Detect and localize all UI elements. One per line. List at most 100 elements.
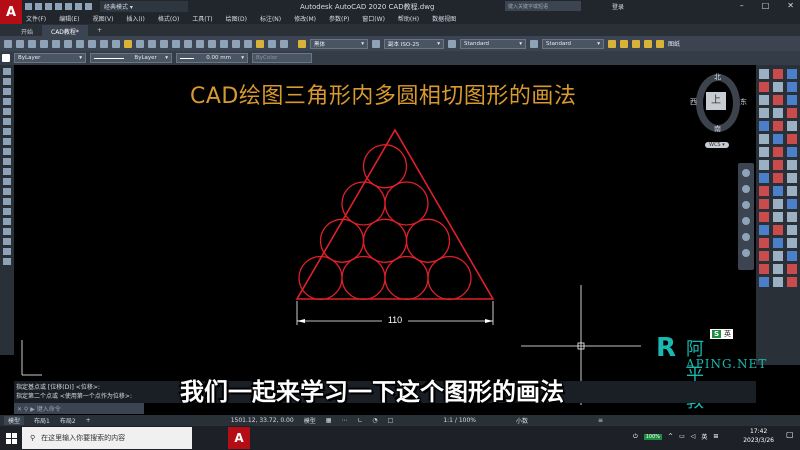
toolbar-tool-icon[interactable]	[759, 251, 769, 261]
inscribed-circle[interactable]	[384, 181, 429, 226]
toolbar-tool-icon[interactable]	[787, 147, 797, 157]
pan-icon[interactable]	[742, 185, 750, 193]
toolbar-tool-icon[interactable]	[773, 82, 783, 92]
grid-icon[interactable]: ▦	[326, 417, 332, 424]
toolbar-tool-icon[interactable]	[773, 108, 783, 118]
toolbar-tool-icon[interactable]	[787, 186, 797, 196]
toolbar-tool-icon[interactable]	[787, 212, 797, 222]
polar-icon[interactable]: ◔	[372, 417, 377, 424]
steering-wheel-icon[interactable]	[742, 169, 750, 177]
outer-triangle[interactable]	[295, 128, 495, 300]
windows-start-icon[interactable]	[0, 426, 22, 450]
viewcube-top-face[interactable]: 上	[706, 92, 726, 110]
toolbar-tool-icon[interactable]	[759, 95, 769, 105]
toolbar-tool-icon[interactable]	[773, 186, 783, 196]
viewcube-east[interactable]: 东	[740, 97, 747, 107]
tab-model[interactable]: 模型	[4, 416, 25, 425]
model-space-button[interactable]: 模型	[304, 416, 316, 425]
notification-icon[interactable]: ▢	[786, 430, 794, 439]
viewcube-north[interactable]: 北	[714, 72, 721, 82]
toolbar-tool-icon[interactable]	[787, 225, 797, 235]
toolbar-tool-icon[interactable]	[787, 82, 797, 92]
inscribed-circle[interactable]	[341, 181, 386, 226]
power-icon[interactable]: ⏻	[633, 433, 638, 441]
inscribed-circle[interactable]	[362, 218, 408, 263]
tray-expand-icon[interactable]: ^	[668, 433, 673, 440]
zoom-icon[interactable]	[742, 201, 750, 209]
navbar-menu-icon[interactable]	[742, 249, 750, 257]
toolbar-tool-icon[interactable]	[759, 69, 769, 79]
toolbar-tool-icon[interactable]	[773, 238, 783, 248]
battery-indicator[interactable]: 100%	[643, 433, 663, 440]
tab-layout2[interactable]: 布局2	[60, 416, 76, 425]
toolbar-tool-icon[interactable]	[759, 134, 769, 144]
add-layout-button[interactable]: +	[86, 417, 91, 424]
toolbar-tool-icon[interactable]	[773, 199, 783, 209]
toolbar-tool-icon[interactable]	[759, 82, 769, 92]
toolbar-tool-icon[interactable]	[787, 173, 797, 183]
toolbar-tool-icon[interactable]	[773, 121, 783, 131]
toolbar-tool-icon[interactable]	[773, 160, 783, 170]
toolbar-tool-icon[interactable]	[787, 121, 797, 131]
toolbar-tool-icon[interactable]	[759, 277, 769, 287]
ortho-icon[interactable]: ∟	[357, 417, 362, 424]
toolbar-tool-icon[interactable]	[773, 251, 783, 261]
toolbar-tool-icon[interactable]	[773, 212, 783, 222]
toolbar-tool-icon[interactable]	[773, 69, 783, 79]
toolbar-tool-icon[interactable]	[759, 264, 769, 274]
command-input[interactable]: ✕ ⚲ ▶ 键入命令	[14, 403, 144, 414]
viewcube-west[interactable]: 西	[690, 97, 697, 107]
toolbar-tool-icon[interactable]	[759, 225, 769, 235]
orbit-icon[interactable]	[742, 217, 750, 225]
tab-layout1[interactable]: 布局1	[34, 416, 50, 425]
toolbar-tool-icon[interactable]	[773, 277, 783, 287]
inscribed-circle[interactable]	[384, 255, 429, 301]
taskbar-autocad-icon[interactable]: A	[228, 427, 250, 449]
viewcube-south[interactable]: 南	[714, 124, 721, 134]
toolbar-tool-icon[interactable]	[759, 173, 769, 183]
inscribed-circle[interactable]	[341, 255, 386, 301]
command-close-icon[interactable]: ✕ ⚲ ▶	[17, 406, 37, 413]
wcs-menu[interactable]: WCS ▾	[705, 142, 729, 148]
inscribed-circle[interactable]	[362, 144, 408, 189]
toolbar-tool-icon[interactable]	[787, 160, 797, 170]
toolbar-tool-icon[interactable]	[759, 238, 769, 248]
taskbar-clock[interactable]: 17:42 2023/3/26	[743, 427, 774, 445]
autocad-app-icon[interactable]: A	[0, 0, 22, 24]
inscribed-circle[interactable]	[298, 255, 343, 301]
toolbar-tool-icon[interactable]	[773, 95, 783, 105]
toolbar-tool-icon[interactable]	[773, 134, 783, 144]
inscribed-circle[interactable]	[405, 218, 451, 263]
toolbar-tool-icon[interactable]	[773, 173, 783, 183]
toolbar-tool-icon[interactable]	[787, 238, 797, 248]
volume-icon[interactable]: ◁	[691, 433, 696, 440]
toolbar-tool-icon[interactable]	[787, 69, 797, 79]
toolbar-tool-icon[interactable]	[773, 225, 783, 235]
toolbar-tool-icon[interactable]	[787, 277, 797, 287]
taskbar-search[interactable]: ⚲ 在这里输入你要搜索的内容	[22, 427, 192, 449]
network-icon[interactable]: ▭	[679, 433, 685, 440]
toolbar-tool-icon[interactable]	[759, 121, 769, 131]
inscribed-circle[interactable]	[319, 218, 365, 263]
toolbar-tool-icon[interactable]	[773, 264, 783, 274]
showmotion-icon[interactable]	[742, 233, 750, 241]
toolbar-tool-icon[interactable]	[773, 147, 783, 157]
toolbar-tool-icon[interactable]	[787, 264, 797, 274]
toolbar-tool-icon[interactable]	[787, 134, 797, 144]
toolbar-tool-icon[interactable]	[759, 160, 769, 170]
inscribed-circle[interactable]	[427, 255, 472, 301]
tray-lang[interactable]: 英	[701, 432, 707, 441]
toolbar-tool-icon[interactable]	[759, 212, 769, 222]
units-select[interactable]: 小数	[516, 416, 528, 425]
toolbar-tool-icon[interactable]	[787, 199, 797, 209]
toolbar-tool-icon[interactable]	[759, 199, 769, 209]
toolbar-tool-icon[interactable]	[759, 186, 769, 196]
annotation-scale[interactable]: 1:1 / 100%	[443, 417, 476, 424]
toolbar-tool-icon[interactable]	[787, 108, 797, 118]
snap-icon[interactable]: ⋯	[341, 417, 347, 424]
toolbar-tool-icon[interactable]	[787, 95, 797, 105]
toolbar-tool-icon[interactable]	[759, 147, 769, 157]
customize-icon[interactable]: ≡	[598, 417, 603, 424]
osnap-icon[interactable]: □	[388, 417, 394, 424]
toolbar-tool-icon[interactable]	[759, 108, 769, 118]
